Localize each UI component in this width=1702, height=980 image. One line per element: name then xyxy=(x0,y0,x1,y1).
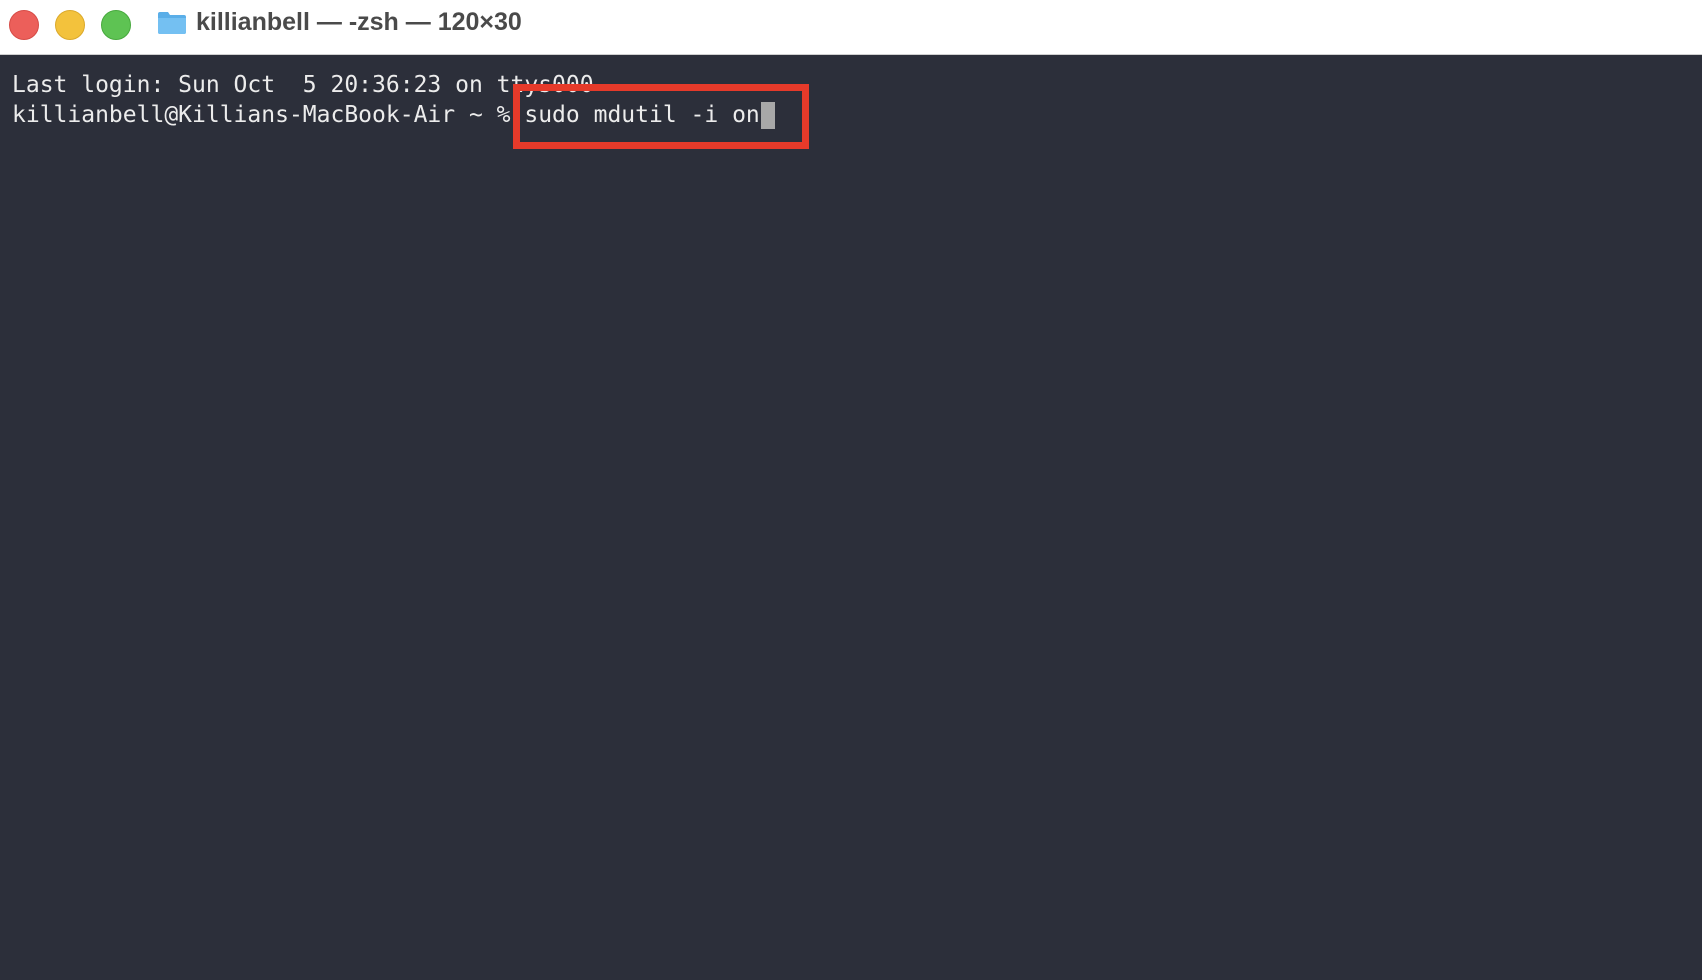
zoom-button[interactable] xyxy=(101,10,131,40)
prompt-line[interactable]: killianbell@Killians-MacBook-Air ~ % sud… xyxy=(12,100,1690,130)
terminal-window: killianbell — -zsh — 120×30 Last login: … xyxy=(0,0,1702,980)
minimize-button[interactable] xyxy=(55,10,85,40)
terminal-output[interactable]: Last login: Sun Oct 5 20:36:23 on ttys00… xyxy=(0,56,1702,980)
text-cursor xyxy=(760,101,775,129)
command-input[interactable]: sudo mdutil -i on xyxy=(524,100,759,130)
last-login-text: Last login: Sun Oct 5 20:36:23 on ttys00… xyxy=(12,72,594,98)
title-bar[interactable]: killianbell — -zsh — 120×30 xyxy=(0,0,1702,55)
folder-icon xyxy=(158,12,186,34)
window-title: killianbell — -zsh — 120×30 xyxy=(196,8,522,36)
close-button[interactable] xyxy=(9,10,39,40)
shell-prompt: killianbell@Killians-MacBook-Air ~ % xyxy=(12,102,525,128)
last-login-line: Last login: Sun Oct 5 20:36:23 on ttys00… xyxy=(12,70,1690,100)
